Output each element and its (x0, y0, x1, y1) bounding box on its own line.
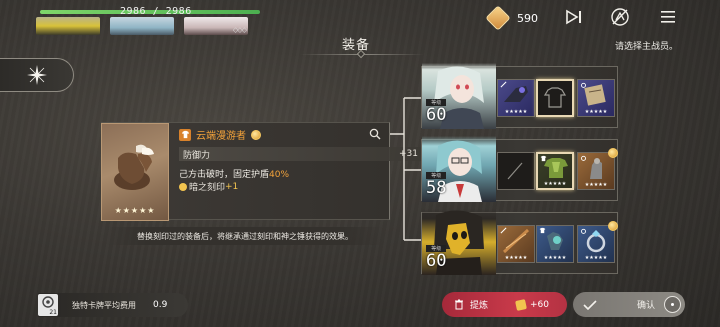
cost-value: 0.9 (153, 300, 168, 310)
shirt-icon (540, 155, 547, 162)
level-number: 60 (426, 105, 447, 125)
currency-value: 590 (517, 11, 538, 25)
party-status: 2986 / 2986 ◇◇◇ (36, 4, 264, 35)
weapon-slot[interactable]: ★★★★★ (497, 225, 535, 263)
weapon-icon (500, 81, 507, 88)
ticket-icon (515, 298, 527, 311)
instruction-hint: 请选择主战员。 (615, 42, 679, 52)
engrave-badge-icon (608, 221, 618, 231)
face-icon (42, 296, 54, 308)
engrave-badge-icon (608, 148, 618, 158)
level-number: 60 (426, 251, 447, 271)
seal-icon (179, 182, 187, 191)
card-icon: 21 (38, 294, 58, 316)
skip-icon (566, 9, 581, 25)
shirt-icon (181, 130, 189, 139)
party-member-2-portrait[interactable] (110, 17, 174, 35)
armor-slot[interactable] (536, 79, 574, 117)
menu-button[interactable] (655, 6, 681, 28)
accessory-slot[interactable]: ★★★★★ (577, 148, 618, 190)
character-row-2[interactable]: 等级 58 ★★★★★ ★★★★★ (421, 136, 618, 202)
auto-off-icon (611, 8, 629, 26)
weapon-icon (507, 162, 523, 180)
character-row-1[interactable]: 等级 60 ★★★★★ ★★★★★ (421, 63, 618, 129)
weapon-slot[interactable]: ★★★★★ (497, 79, 535, 117)
slot-stars: ★★★★★ (504, 109, 528, 115)
accessory-slot[interactable]: ★★★★★ (577, 79, 615, 117)
search-icon (369, 128, 381, 140)
inspect-button[interactable] (366, 126, 384, 142)
crystal-icon (485, 5, 511, 31)
equipment-detail-card: ★★★★★ 云端漫游者 防御力 +31 己方击破时，固定护盾40% 暗之刻印 +… (101, 122, 422, 221)
seal-info: 暗之刻印 +1 (179, 180, 238, 193)
slot-stars: ★★★★★ (543, 181, 567, 187)
level-badge: 等级 60 (426, 245, 447, 271)
equipment-name-row: 云端漫游者 (179, 127, 261, 142)
weapon-slot[interactable] (497, 152, 535, 190)
level-badge: 等级 60 (426, 99, 447, 125)
weapon-icon (500, 227, 507, 234)
seal-label: 暗之刻印 (189, 183, 226, 193)
armor-icon (543, 87, 567, 108)
refine-button[interactable]: 提炼 +60 (442, 292, 567, 317)
hp-text: 2986 / 2986 (120, 6, 192, 17)
slot-stars: ★★★★★ (543, 255, 567, 261)
party-member-1-portrait[interactable] (36, 17, 100, 35)
sparkle-icon (26, 65, 47, 85)
skill-tab-button[interactable] (0, 58, 74, 92)
armor-slot[interactable]: ★★★★★ (536, 152, 574, 190)
slot-diamonds: ◇◇◇ (232, 26, 247, 34)
shirt-icon (539, 227, 546, 234)
menu-icon (661, 11, 675, 23)
confirm-indicator-icon (664, 296, 681, 313)
slot-stars: ★★★★★ (584, 109, 608, 115)
seal-plus: +1 (225, 181, 239, 192)
ring-icon (581, 228, 586, 234)
ring-icon (581, 82, 586, 88)
refine-label: 提炼 (470, 301, 489, 311)
confirm-button[interactable]: 确认 (573, 292, 685, 317)
check-icon (583, 299, 597, 310)
level-number: 58 (426, 178, 447, 198)
equipment-name: 云端漫游者 (196, 131, 246, 142)
page-title: 装备 (342, 38, 371, 53)
confirm-label: 确认 (637, 301, 656, 311)
refine-gain-value: +60 (530, 299, 550, 310)
slot-stars: ★★★★★ (504, 255, 528, 261)
character-row-3[interactable]: 等级 60 ★★★★★ ★★★★★ ★★★★★ (421, 209, 618, 275)
armor-type-icon (179, 128, 191, 141)
skip-button[interactable] (561, 6, 587, 28)
auto-toggle-button[interactable] (607, 6, 633, 28)
slot-stars: ★★★★★ (584, 255, 608, 261)
level-badge: 等级 58 (426, 172, 447, 198)
refine-gain: +60 (515, 298, 550, 311)
equipment-image: ★★★★★ (101, 123, 169, 221)
armor-slot[interactable]: ★★★★★ (536, 225, 574, 263)
unique-card-cost: 21 独特卡牌平均费用 0.9 (38, 293, 188, 317)
ring-icon (581, 155, 586, 161)
engrave-badge-icon (251, 129, 261, 140)
inherit-footnote: 替换刻印过的装备后，将继承通过刻印和神之锤获得的效果。 (105, 227, 385, 245)
effect-text: 己方击破时，固定护盾 (179, 170, 270, 180)
currency-display: 590 (485, 5, 538, 31)
party-member-3-portrait[interactable]: ◇◇◇ (184, 17, 248, 35)
slot-stars: ★★★★★ (584, 182, 608, 188)
trash-icon (455, 299, 463, 310)
card-number: 21 (49, 309, 57, 316)
boots-icon (114, 144, 154, 190)
accessory-slot[interactable]: ★★★★★ (577, 221, 618, 263)
stat-row: 防御力 +31 (179, 147, 422, 161)
effect-highlight: 40% (269, 170, 290, 180)
effect-description: 己方击破时，固定护盾40% (179, 167, 289, 180)
stat-label: 防御力 (183, 150, 211, 161)
equipment-stars: ★★★★★ (114, 206, 156, 215)
cost-label: 独特卡牌平均费用 (72, 300, 136, 310)
